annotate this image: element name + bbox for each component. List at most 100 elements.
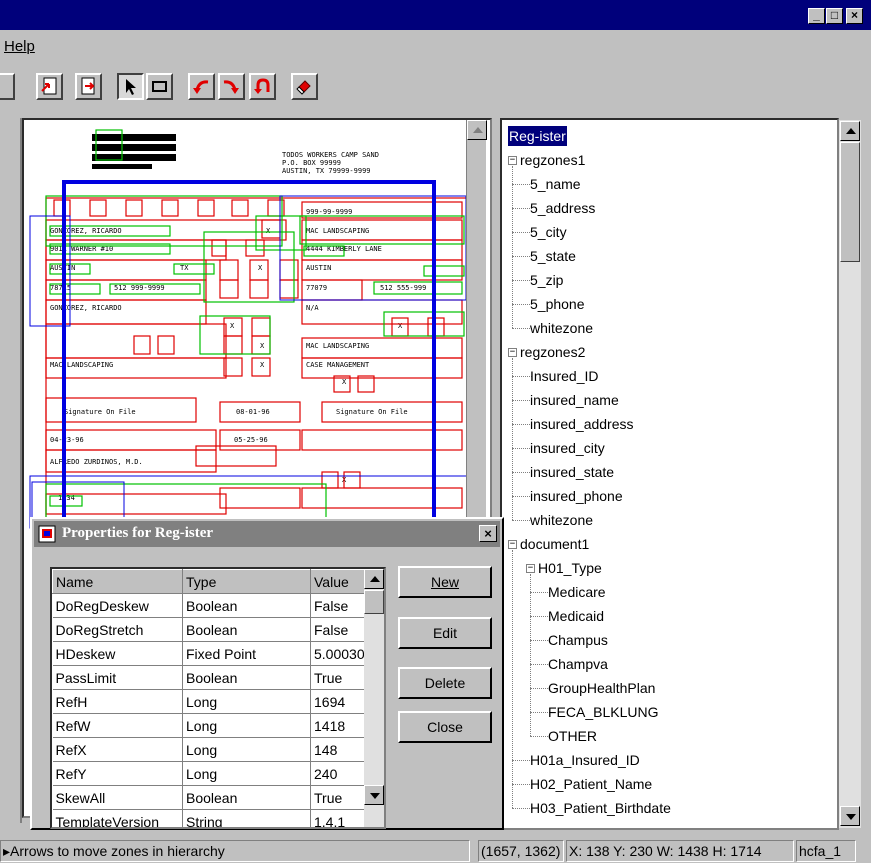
close-window-button[interactable]: × — [846, 8, 863, 24]
property-type-cell[interactable]: Boolean — [182, 593, 311, 618]
scroll-down-button[interactable] — [364, 785, 384, 805]
zone-hierarchy-tree[interactable]: Reg-ister − regzones1 5_name 5_address 5_city… — [500, 118, 839, 830]
select-tool-button[interactable] — [117, 73, 144, 100]
rotate-left-button[interactable] — [188, 73, 215, 100]
property-value-cell[interactable]: 1694 — [310, 689, 366, 714]
tree-node[interactable]: insured_city — [530, 438, 605, 458]
minimize-button[interactable]: _ — [808, 8, 825, 24]
property-value-cell[interactable]: True — [310, 665, 366, 690]
table-row[interactable]: RefY Long 240 — [52, 761, 366, 786]
tree-node[interactable]: OTHER — [548, 726, 597, 746]
tree-node[interactable]: insured_state — [530, 462, 614, 482]
tree-node[interactable]: GroupHealthPlan — [548, 678, 655, 698]
scroll-up-button[interactable] — [840, 121, 860, 141]
column-header-type[interactable]: Type — [182, 569, 311, 594]
property-name-cell[interactable]: RefH — [52, 689, 183, 714]
property-name-cell[interactable]: RefY — [52, 761, 183, 786]
grid-vertical-scrollbar[interactable] — [364, 569, 384, 827]
tree-node[interactable]: Insured_ID — [530, 366, 598, 386]
property-name-cell[interactable]: PassLimit — [52, 665, 183, 690]
tree-node[interactable]: Reg-ister — [508, 126, 567, 146]
property-value-cell[interactable]: False — [310, 617, 366, 642]
table-row[interactable]: DoRegDeskew Boolean False — [52, 593, 366, 618]
tool-button-partial[interactable] — [0, 73, 15, 100]
tree-node[interactable]: regzones2 — [520, 342, 585, 362]
left-splitter[interactable] — [0, 118, 22, 823]
property-type-cell[interactable]: Boolean — [182, 785, 311, 810]
tree-node[interactable]: Medicaid — [548, 606, 604, 626]
tree-node[interactable]: 5_name — [530, 174, 581, 194]
tree-collapse-icon[interactable]: − — [508, 540, 517, 549]
table-row[interactable]: PassLimit Boolean True — [52, 665, 366, 690]
maximize-button[interactable]: □ — [826, 8, 843, 24]
tree-node[interactable]: Medicare — [548, 582, 606, 602]
dialog-close-button[interactable]: × — [479, 525, 497, 542]
property-type-cell[interactable]: Boolean — [182, 617, 311, 642]
table-row[interactable]: RefX Long 148 — [52, 737, 366, 762]
tree-node[interactable]: H01a_Insured_ID — [530, 750, 640, 770]
property-value-cell[interactable]: 148 — [310, 737, 366, 762]
edit-button[interactable]: Edit — [398, 617, 492, 649]
tree-node[interactable]: insured_address — [530, 414, 634, 434]
tree-vertical-scrollbar[interactable] — [839, 120, 861, 828]
property-type-cell[interactable]: Boolean — [182, 665, 311, 690]
erase-button[interactable] — [291, 73, 318, 100]
property-type-cell[interactable]: Long — [182, 689, 311, 714]
property-name-cell[interactable]: DoRegDeskew — [52, 593, 183, 618]
tree-collapse-icon[interactable]: − — [508, 348, 517, 357]
tree-node[interactable]: H01_Type — [538, 558, 602, 578]
property-value-cell[interactable]: True — [310, 785, 366, 810]
close-button[interactable]: Close — [398, 711, 492, 743]
scroll-thumb[interactable] — [364, 590, 384, 614]
property-name-cell[interactable]: SkewAll — [52, 785, 183, 810]
property-name-cell[interactable]: HDeskew — [52, 641, 183, 666]
tree-node[interactable]: regzones1 — [520, 150, 585, 170]
property-type-cell[interactable]: Long — [182, 713, 311, 738]
property-name-cell[interactable]: RefX — [52, 737, 183, 762]
property-type-cell[interactable]: Long — [182, 737, 311, 762]
property-value-cell[interactable]: 1.4.1 — [310, 809, 366, 827]
menu-help[interactable]: Help — [4, 38, 35, 55]
property-value-cell[interactable]: 1418 — [310, 713, 366, 738]
tree-node[interactable]: 5_address — [530, 198, 595, 218]
tree-collapse-icon[interactable]: − — [526, 564, 535, 573]
rotate-right-button[interactable] — [218, 73, 245, 100]
property-type-cell[interactable]: Fixed Point — [182, 641, 311, 666]
scroll-up-button[interactable] — [364, 569, 384, 589]
property-value-cell[interactable]: 240 — [310, 761, 366, 786]
table-row[interactable]: SkewAll Boolean True — [52, 785, 366, 810]
tree-collapse-icon[interactable]: − — [508, 156, 517, 165]
tree-node[interactable]: insured_phone — [530, 486, 623, 506]
tree-node[interactable]: 5_city — [530, 222, 567, 242]
scroll-up-button[interactable] — [467, 120, 487, 140]
column-header-name[interactable]: Name — [52, 569, 183, 594]
table-row[interactable]: RefH Long 1694 — [52, 689, 366, 714]
scroll-down-button[interactable] — [840, 806, 860, 826]
tree-node[interactable]: insured_name — [530, 390, 619, 410]
tree-node[interactable]: 5_zip — [530, 270, 563, 290]
scroll-thumb[interactable] — [840, 142, 860, 262]
table-row[interactable]: HDeskew Fixed Point 5.00030 — [52, 641, 366, 666]
properties-grid[interactable]: Name Type Value DoRegDeskew Boolean False D… — [50, 567, 386, 829]
tree-node[interactable]: 5_phone — [530, 294, 585, 314]
table-row[interactable]: DoRegStretch Boolean False — [52, 617, 366, 642]
tree-node[interactable]: document1 — [520, 534, 589, 554]
tree-node[interactable]: H03_Patient_Birthdate — [530, 798, 671, 818]
table-row[interactable]: TemplateVersion String 1.4.1 — [52, 809, 366, 827]
export-button[interactable] — [75, 73, 102, 100]
zone-tool-button[interactable] — [146, 73, 173, 100]
tree-node[interactable]: Champva — [548, 654, 608, 674]
undo-button[interactable] — [249, 73, 276, 100]
tree-node[interactable]: whitezone — [530, 510, 593, 530]
table-row[interactable]: RefW Long 1418 — [52, 713, 366, 738]
tree-node[interactable]: Champus — [548, 630, 608, 650]
property-value-cell[interactable]: False — [310, 593, 366, 618]
tree-node[interactable]: 5_state — [530, 246, 576, 266]
property-name-cell[interactable]: RefW — [52, 713, 183, 738]
new-button[interactable]: New — [398, 566, 492, 598]
property-name-cell[interactable]: TemplateVersion — [52, 809, 183, 827]
tree-node[interactable]: FECA_BLKLUNG — [548, 702, 658, 722]
tree-node[interactable]: H02_Patient_Name — [530, 774, 652, 794]
column-header-value[interactable]: Value — [310, 569, 366, 594]
import-button[interactable] — [36, 73, 63, 100]
